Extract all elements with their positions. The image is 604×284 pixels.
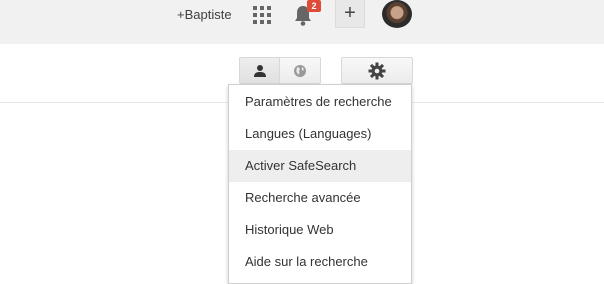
global-results-button[interactable]	[280, 57, 321, 84]
menu-item-safesearch[interactable]: Activer SafeSearch	[229, 150, 411, 182]
share-plus-button[interactable]: +	[335, 0, 365, 28]
menu-item-search-settings[interactable]: Paramètres de recherche	[229, 86, 411, 118]
menu-item-languages[interactable]: Langues (Languages)	[229, 118, 411, 150]
menu-item-search-help[interactable]: Aide sur la recherche	[229, 246, 411, 278]
personal-results-button[interactable]	[239, 57, 280, 84]
settings-dropdown-menu: Paramètres de recherche Langues (Languag…	[228, 84, 412, 284]
person-icon	[253, 65, 266, 77]
avatar[interactable]	[382, 0, 412, 28]
top-bar: +Baptiste 2 +	[0, 0, 604, 44]
results-toggle	[239, 57, 321, 84]
menu-item-advanced-search[interactable]: Recherche avancée	[229, 182, 411, 214]
profile-link[interactable]: +Baptiste	[177, 7, 232, 23]
globe-icon	[294, 64, 306, 77]
menu-item-web-history[interactable]: Historique Web	[229, 214, 411, 246]
settings-button[interactable]	[341, 57, 413, 84]
gear-icon	[368, 62, 386, 79]
notification-count-badge: 2	[307, 0, 321, 12]
apps-grid-icon[interactable]	[253, 6, 271, 24]
